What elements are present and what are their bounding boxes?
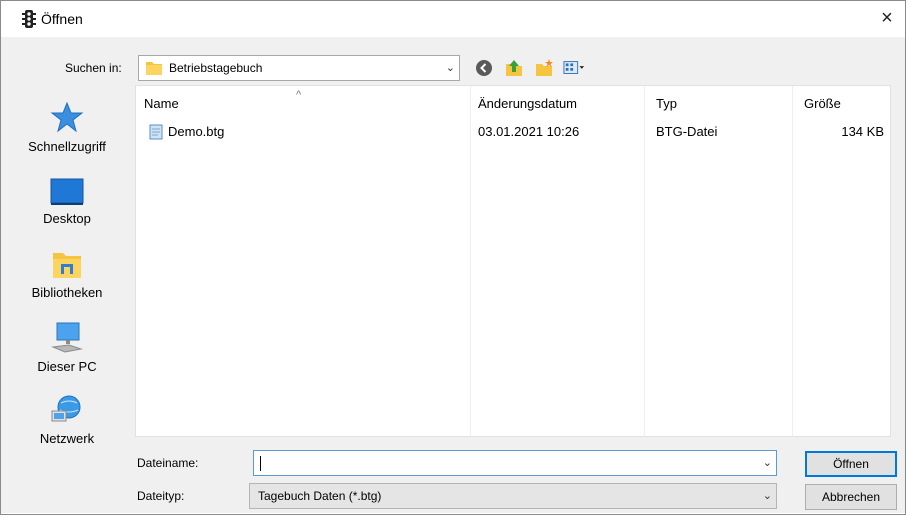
filename-label: Dateiname: [137,456,199,470]
place-quick-access[interactable]: Schnellzugriff [1,101,133,154]
close-button[interactable]: × [873,5,901,33]
libraries-icon [53,253,81,278]
sort-ascending-icon: ^ [296,89,302,101]
chevron-down-icon: ⌄ [762,490,772,502]
back-icon[interactable] [473,57,495,79]
place-libraries[interactable]: Bibliotheken [1,249,133,300]
column-header-name[interactable]: Name [144,96,179,111]
place-label: Bibliotheken [31,285,103,300]
text-caret [260,456,261,471]
place-desktop[interactable]: Desktop [1,177,133,226]
look-in-label: Suchen in: [65,61,122,75]
open-file-dialog: Öffnen × Suchen in: Betriebstagebuch ⌄ S… [0,0,906,515]
desktop-icon [50,178,84,205]
folder-icon [145,59,163,77]
file-row[interactable]: Demo.btg 03.01.2021 10:26 BTG-Datei 134 … [136,122,890,142]
file-list[interactable]: ^ Name Änderungsdatum Typ Größe Demo.btg… [135,85,891,438]
file-icon [148,124,164,140]
column-header-type[interactable]: Typ [656,96,677,111]
window-title: Öffnen [41,11,83,27]
cancel-button[interactable]: Abbrechen [805,484,897,510]
filetype-label: Dateityp: [137,489,185,503]
open-button[interactable]: Öffnen [805,451,897,477]
place-label: Dieser PC [37,359,97,374]
place-network[interactable]: Netzwerk [1,393,133,446]
up-folder-icon[interactable] [503,57,525,79]
network-icon [51,395,81,422]
file-size: 134 KB [841,124,884,139]
places-bar: Schnellzugriff Desktop Bibliotheken Dies… [1,83,133,513]
place-label: Schnellzugriff [28,139,106,154]
filetype-dropdown[interactable]: Tagebuch Daten (*.btg) ⌄ [249,483,777,509]
view-menu-icon[interactable] [563,57,585,79]
star-icon [50,101,84,133]
file-date: 03.01.2021 10:26 [478,124,580,139]
computer-icon [51,322,83,353]
filename-input[interactable]: ⌄ [253,450,777,476]
filetype-value: Tagebuch Daten (*.btg) [258,489,382,503]
traffic-light-app-icon [21,9,37,29]
place-label: Desktop [43,211,91,226]
chevron-down-icon[interactable]: ⌄ [763,456,772,469]
look-in-dropdown[interactable]: Betriebstagebuch ⌄ [138,55,460,81]
place-label: Netzwerk [39,431,95,446]
place-this-pc[interactable]: Dieser PC [1,321,133,374]
column-header-date[interactable]: Änderungsdatum [478,96,577,111]
file-type: BTG-Datei [656,124,718,139]
title-bar: Öffnen × [1,1,905,37]
look-in-value: Betriebstagebuch [169,61,263,75]
navigation-toolbar [473,56,585,80]
chevron-down-icon: ⌄ [445,62,455,74]
new-folder-icon[interactable] [533,57,555,79]
column-header-size[interactable]: Größe [804,96,841,111]
file-name: Demo.btg [168,124,225,139]
